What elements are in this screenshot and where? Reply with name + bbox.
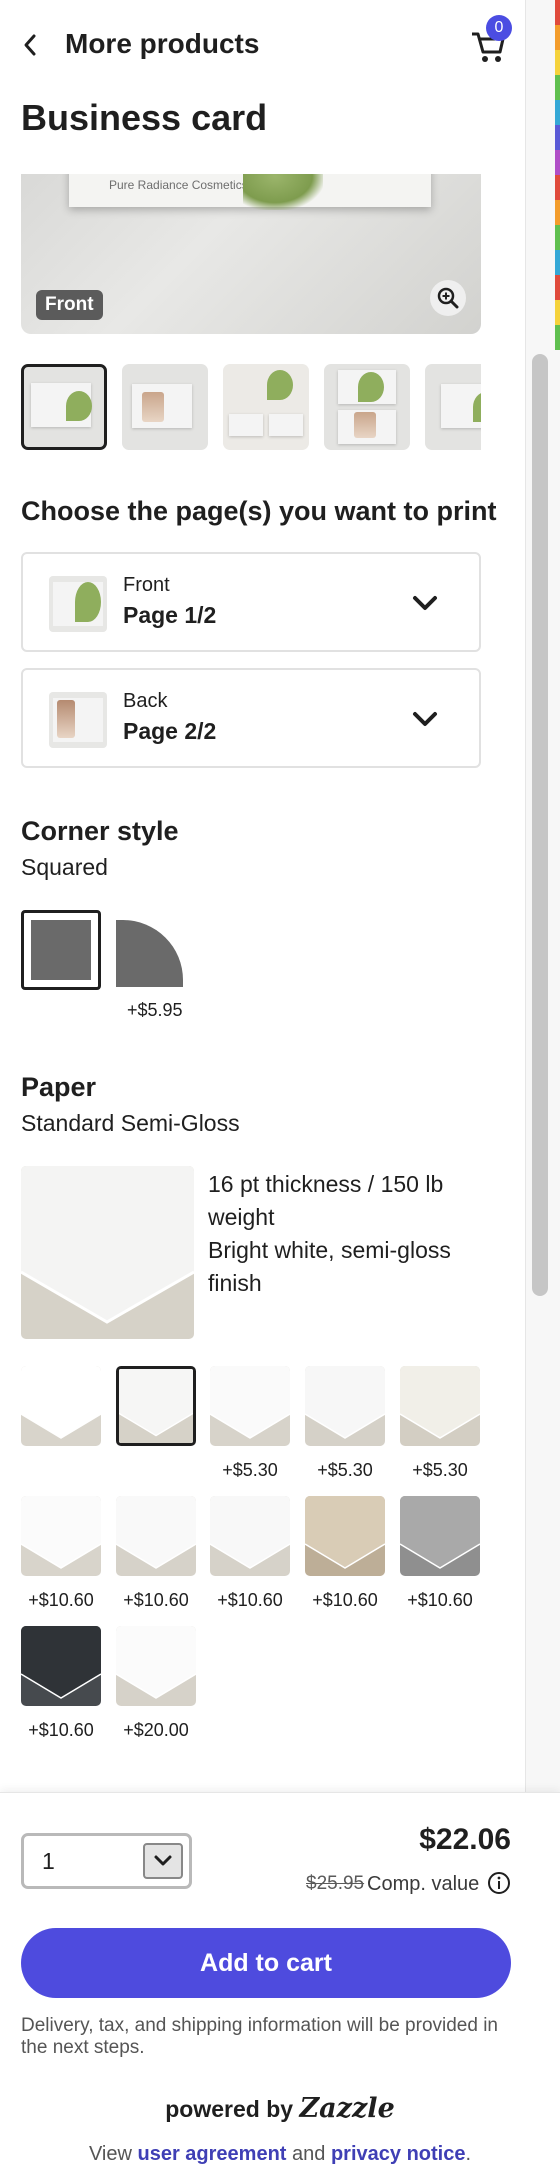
paper-thickness: 16 pt thickness / 150 lb weight <box>208 1171 444 1230</box>
price: $22.06 <box>419 1823 511 1856</box>
front-page-select[interactable]: Front Page 1/2 <box>21 552 481 652</box>
scrollbar-thumb[interactable] <box>532 354 548 1296</box>
paper-swatch-price: +$10.60 <box>28 1720 94 1740</box>
leaf-decoration <box>243 174 323 210</box>
chevron-down-icon <box>413 712 437 726</box>
pages-heading: Choose the page(s) you want to print <box>21 496 497 526</box>
legal-prefix: View <box>88 2143 132 2165</box>
back-button[interactable] <box>16 28 44 62</box>
thumbnail-5[interactable] <box>425 364 481 450</box>
front-page-thumbnail <box>49 576 107 632</box>
paper-swatch-price: +$10.60 <box>312 1590 378 1610</box>
side-label-badge: Front <box>36 290 103 320</box>
paper-swatch[interactable] <box>210 1496 290 1576</box>
paper-swatch-price: +$5.30 <box>317 1460 373 1480</box>
chevron-left-icon <box>24 34 36 56</box>
chevron-down-icon <box>154 1855 172 1866</box>
paper-swatch[interactable] <box>305 1366 385 1446</box>
add-to-cart-button[interactable]: Add to cart <box>21 1928 511 1998</box>
paper-swatch-price: +$5.30 <box>222 1460 278 1480</box>
paper-swatch-price: +$10.60 <box>123 1590 189 1610</box>
powered-by-text: powered by <box>165 2096 294 2122</box>
back-page-thumbnail <box>49 692 107 748</box>
powered-by: powered by Zazzle <box>0 2093 560 2124</box>
legal-notice: View user agreement and privacy notice. <box>0 2143 560 2166</box>
paper-swatch-price: +$10.60 <box>407 1590 473 1610</box>
thumbnail-1[interactable] <box>21 364 107 450</box>
thumbnail-3[interactable] <box>223 364 309 450</box>
preview-thumbnails <box>21 364 481 450</box>
chevron-down-icon <box>413 596 437 610</box>
thumbnail-4[interactable] <box>324 364 410 450</box>
paper-swatch[interactable] <box>21 1366 101 1446</box>
corner-option-rounded[interactable] <box>116 920 183 987</box>
product-preview[interactable]: Pure Radiance Cosmetics Front <box>21 174 481 334</box>
preview-card-text: Pure Radiance Cosmetics <box>109 178 248 192</box>
paper-swatch[interactable] <box>116 1366 196 1446</box>
paper-swatch[interactable] <box>116 1626 196 1706</box>
paper-finish: Bright white, semi-gloss finish <box>208 1237 451 1296</box>
quantity-select[interactable]: 1 <box>21 1833 192 1889</box>
paper-swatch[interactable] <box>21 1626 101 1706</box>
user-agreement-link[interactable]: user agreement <box>138 2143 287 2165</box>
paper-swatch[interactable] <box>116 1496 196 1576</box>
paper-swatch-price: +$20.00 <box>123 1720 189 1740</box>
corner-style-heading: Corner style <box>21 816 179 846</box>
zoom-in-icon <box>437 287 459 309</box>
back-page-value: Page 2/2 <box>123 718 217 744</box>
info-icon[interactable] <box>487 1871 511 1895</box>
paper-selected: Standard Semi-Gloss <box>21 1110 240 1136</box>
corner-style-selected: Squared <box>21 854 108 880</box>
original-price: $25.95 <box>306 1873 365 1894</box>
paper-swatch[interactable] <box>400 1496 480 1576</box>
corner-option-squared[interactable] <box>21 910 101 990</box>
cart-count-badge: 0 <box>486 15 512 41</box>
paper-description: 16 pt thickness / 150 lb weight Bright w… <box>208 1168 478 1300</box>
paper-swatch[interactable] <box>400 1366 480 1446</box>
squared-corner-icon <box>31 920 91 980</box>
purchase-footer: 1 $22.06 $25.95 Comp. value Add to cart … <box>0 1792 560 2170</box>
paper-swatch-price: +$10.60 <box>217 1590 283 1610</box>
privacy-notice-link[interactable]: privacy notice <box>331 2143 466 2165</box>
paper-preview-image <box>21 1166 194 1339</box>
zazzle-logo: Zazzle <box>299 2093 395 2124</box>
paper-swatch[interactable] <box>305 1496 385 1576</box>
paper-swatch-price: +$10.60 <box>28 1590 94 1610</box>
header-title: More products <box>65 28 260 59</box>
legal-and: and <box>292 2143 326 2165</box>
rounded-corner-icon <box>116 920 183 987</box>
paper-swatch[interactable] <box>21 1496 101 1576</box>
quantity-dropdown-button[interactable] <box>143 1843 183 1879</box>
back-page-label: Back <box>123 690 168 712</box>
paper-swatch[interactable] <box>210 1366 290 1446</box>
thumbnail-2[interactable] <box>122 364 208 450</box>
paper-heading: Paper <box>21 1072 97 1102</box>
back-page-select[interactable]: Back Page 2/2 <box>21 668 481 768</box>
front-page-label: Front <box>123 574 170 596</box>
zoom-button[interactable] <box>430 280 466 316</box>
comp-value-label: Comp. value <box>367 1873 480 1895</box>
delivery-note: Delivery, tax, and shipping information … <box>21 2015 499 2058</box>
legal-suffix: . <box>465 2143 472 2165</box>
front-page-value: Page 1/2 <box>123 602 217 628</box>
paper-swatch-price: +$5.30 <box>412 1460 468 1480</box>
page-title: Business card <box>21 97 268 138</box>
top-bar: More products 0 <box>0 0 525 88</box>
quantity-value: 1 <box>42 1848 55 1874</box>
rounded-corner-price: +$5.95 <box>127 1000 183 1020</box>
